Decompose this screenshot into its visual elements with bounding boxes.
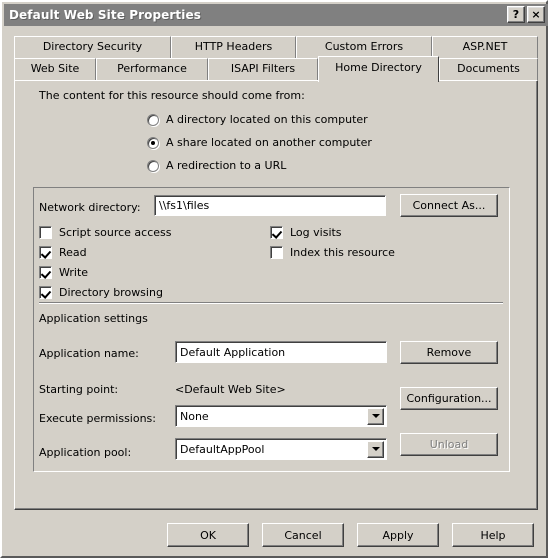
application-name-label: Application name: bbox=[39, 347, 139, 360]
checkbox-read[interactable]: Read bbox=[39, 246, 87, 259]
checkbox-icon bbox=[270, 246, 283, 259]
starting-point-value: <Default Web Site> bbox=[175, 383, 286, 396]
network-directory-input[interactable]: \\fs1\files bbox=[154, 195, 386, 216]
tab-label: Web Site bbox=[30, 62, 80, 75]
application-pool-dropdown[interactable]: DefaultAppPool bbox=[175, 438, 387, 460]
checkbox-log-visits[interactable]: Log visits bbox=[270, 226, 342, 239]
properties-dialog-window: Default Web Site Properties ? × Director… bbox=[0, 0, 548, 558]
checkbox-label: Write bbox=[59, 266, 89, 279]
tab-label: ISAPI Filters bbox=[230, 62, 296, 75]
application-settings-separator bbox=[39, 302, 503, 304]
radio-directory-on-this-computer[interactable]: A directory located on this computer bbox=[147, 113, 368, 126]
content-source-heading: The content for this resource should com… bbox=[39, 89, 305, 102]
connect-as-button[interactable]: Connect As... bbox=[400, 194, 498, 217]
tab-documents[interactable]: Documents bbox=[439, 58, 538, 80]
execute-permissions-dropdown[interactable]: None bbox=[175, 405, 387, 427]
remove-button[interactable]: Remove bbox=[400, 341, 498, 364]
tab-performance[interactable]: Performance bbox=[96, 58, 208, 80]
checkbox-label: Log visits bbox=[290, 226, 342, 239]
checkbox-index-this-resource[interactable]: Index this resource bbox=[270, 246, 395, 259]
radio-share-on-another-computer[interactable]: A share located on another computer bbox=[147, 136, 372, 149]
checkbox-icon-checked bbox=[39, 246, 52, 259]
checkbox-label: Read bbox=[59, 246, 87, 259]
radio-icon bbox=[147, 159, 159, 172]
tab-home-directory[interactable]: Home Directory bbox=[318, 56, 439, 82]
tab-directory-security[interactable]: Directory Security bbox=[14, 36, 171, 58]
unload-button: Unload bbox=[400, 433, 498, 456]
apply-button[interactable]: Apply bbox=[357, 523, 439, 547]
radio-label: A redirection to a URL bbox=[166, 159, 287, 172]
network-directory-label: Network directory: bbox=[39, 201, 141, 214]
tab-label: Custom Errors bbox=[324, 40, 404, 53]
tab-label: Performance bbox=[117, 62, 187, 75]
checkbox-icon-checked bbox=[39, 286, 52, 299]
checkbox-write[interactable]: Write bbox=[39, 266, 88, 279]
radio-redirection-to-url[interactable]: A redirection to a URL bbox=[147, 159, 286, 172]
tab-http-headers[interactable]: HTTP Headers bbox=[171, 36, 296, 58]
tab-label: Home Directory bbox=[335, 61, 422, 74]
tab-label: ASP.NET bbox=[462, 40, 508, 53]
checkbox-label: Directory browsing bbox=[59, 286, 163, 299]
cancel-button[interactable]: Cancel bbox=[262, 523, 344, 547]
radio-label: A directory located on this computer bbox=[166, 113, 368, 126]
application-name-input[interactable]: Default Application bbox=[175, 341, 387, 363]
application-pool-value: DefaultAppPool bbox=[180, 442, 265, 456]
tab-web-site[interactable]: Web Site bbox=[14, 58, 96, 80]
tab-isapi-filters[interactable]: ISAPI Filters bbox=[208, 58, 318, 80]
checkbox-label: Script source access bbox=[59, 226, 172, 239]
chevron-down-icon[interactable] bbox=[367, 407, 384, 425]
help-button[interactable]: Help bbox=[452, 523, 534, 547]
radio-label: A share located on another computer bbox=[166, 136, 372, 149]
starting-point-label: Starting point: bbox=[39, 383, 119, 396]
checkbox-directory-browsing[interactable]: Directory browsing bbox=[39, 286, 163, 299]
ok-button[interactable]: OK bbox=[167, 523, 249, 547]
checkbox-icon bbox=[39, 226, 52, 239]
radio-icon bbox=[147, 113, 159, 126]
execute-permissions-label: Execute permissions: bbox=[39, 412, 156, 425]
execute-permissions-value: None bbox=[180, 409, 209, 423]
tab-custom-errors[interactable]: Custom Errors bbox=[296, 36, 432, 58]
checkbox-label: Index this resource bbox=[290, 246, 395, 259]
tab-label: Documents bbox=[457, 62, 520, 75]
tab-asp-net[interactable]: ASP.NET bbox=[432, 36, 538, 58]
radio-icon-selected bbox=[147, 136, 159, 149]
configuration-button[interactable]: Configuration... bbox=[400, 387, 498, 410]
application-pool-label: Application pool: bbox=[39, 446, 132, 459]
checkbox-icon-checked bbox=[270, 226, 283, 239]
checkbox-script-source-access[interactable]: Script source access bbox=[39, 226, 172, 239]
tab-label: Directory Security bbox=[42, 40, 143, 53]
checkbox-icon-checked bbox=[39, 266, 52, 279]
application-settings-heading: Application settings bbox=[39, 312, 148, 325]
tab-label: HTTP Headers bbox=[194, 40, 273, 53]
chevron-down-icon[interactable] bbox=[367, 440, 384, 458]
